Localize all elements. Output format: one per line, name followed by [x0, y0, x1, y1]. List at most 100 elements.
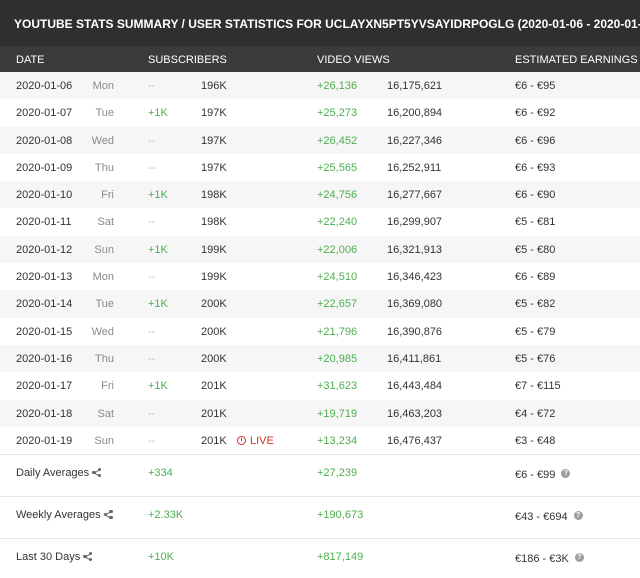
row-view-change: +22,657 — [317, 298, 358, 311]
row-earnings: €6 - €96 — [515, 134, 556, 147]
table-row: 2020-01-19 Sun -- 201K +13,234 16,476,437 €3 -… — [0, 427, 640, 454]
summary-earnings-text: €186 - €3K — [515, 553, 569, 565]
row-subscriber-change: -- — [148, 80, 156, 92]
summary-label-text: Weekly Averages — [16, 509, 101, 521]
row-views: 16,463,203 — [387, 407, 443, 420]
row-earnings: €6 - €92 — [515, 107, 556, 120]
table-row: 2020-01-10 Fri +1K 198K +24,756 16,277,667 €6 … — [0, 181, 640, 209]
share-icon[interactable] — [92, 468, 102, 477]
row-date: 2020-01-06 — [16, 80, 73, 92]
header-subscribers: SUBSCRIBERS — [148, 54, 227, 66]
row-subscriber-change: +1K — [148, 189, 168, 202]
row-date: 2020-01-16 — [16, 352, 73, 365]
row-date: 2020-01-17 — [16, 380, 73, 393]
row-view-change: +21,796 — [317, 325, 358, 338]
table-row: 2020-01-12 Sun +1K 199K +22,006 16,321,913 €5 … — [0, 235, 640, 264]
table-row: 2020-01-16 Thu -- 200K +20,985 16,411,861 €5 -… — [0, 344, 640, 373]
row-subscribers: 200K — [201, 352, 227, 365]
row-subscribers: 197K — [201, 134, 227, 147]
summary-label: Weekly Averages — [16, 509, 113, 521]
live-indicator[interactable]: LIVE — [237, 435, 274, 447]
row-earnings: €5 - €76 — [515, 352, 556, 365]
row-view-change: +24,756 — [317, 189, 358, 202]
table-row: 2020-01-06 Mon -- 196K +26,136 16,175,621 €6 -… — [0, 72, 640, 100]
clock-icon — [237, 435, 246, 445]
help-icon[interactable]: ? — [561, 469, 571, 478]
row-views: 16,252,911 — [387, 161, 442, 174]
row-weekday: Tue — [95, 107, 114, 120]
table-row: 2020-01-08 Wed -- 197K +26,452 16,227,346 €6 -… — [0, 126, 640, 154]
row-weekday: Thu — [95, 352, 114, 365]
table-row: 2020-01-15 Wed -- 200K +21,796 16,390,876 €5 -… — [0, 318, 640, 345]
row-earnings: €4 - €72 — [515, 407, 556, 420]
row-subscriber-change: -- — [148, 271, 156, 284]
summary-earnings-text: €43 - €694 — [515, 511, 568, 523]
row-view-change: +13,234 — [317, 434, 358, 447]
share-icon[interactable] — [83, 552, 93, 561]
row-earnings: €6 - €93 — [515, 161, 556, 174]
share-icon[interactable] — [103, 510, 113, 519]
row-earnings: €6 - €95 — [515, 80, 556, 92]
table-row: 2020-01-11 Sat -- 198K +22,240 16,299,907 €5 -… — [0, 208, 640, 235]
table-row: 2020-01-13 Mon -- 199K +24,510 16,346,423 €6 -… — [0, 263, 640, 290]
row-weekday: Fri — [101, 380, 114, 393]
row-subscribers: 199K — [201, 271, 227, 284]
summary-earnings-text: €6 - €99 — [515, 469, 556, 481]
row-views: 16,200,894 — [387, 107, 443, 120]
row-views: 16,369,080 — [387, 298, 443, 311]
row-subscribers: 197K — [201, 107, 227, 120]
row-subscriber-change: -- — [148, 407, 156, 420]
row-date: 2020-01-19 — [16, 434, 73, 447]
help-icon[interactable]: ? — [574, 553, 584, 562]
summary-row: Weekly Averages +2.33K +190,673 €43 - €694? — [0, 496, 640, 538]
row-subscribers: 200K — [201, 325, 227, 338]
row-subscriber-change: +1K — [148, 243, 168, 256]
summary-row: Daily Averages +334 +27,239 €6 - €99? — [0, 454, 640, 496]
row-weekday: Tue — [95, 298, 114, 311]
summary-earnings: €186 - €3K? — [515, 553, 584, 565]
row-earnings: €5 - €82 — [515, 298, 556, 311]
table-row: 2020-01-17 Fri +1K 201K +31,623 16,443,484 €7 … — [0, 372, 640, 399]
row-date: 2020-01-12 — [16, 243, 73, 256]
help-icon[interactable]: ? — [573, 511, 583, 520]
row-views: 16,346,423 — [387, 271, 443, 284]
row-subscriber-change: -- — [148, 434, 156, 447]
live-label: LIVE — [250, 434, 274, 447]
row-subscribers: 201K — [201, 380, 227, 393]
row-view-change: +25,273 — [317, 107, 358, 120]
summary-subscribers: +10K — [148, 551, 174, 563]
row-view-change: +22,240 — [317, 216, 358, 229]
row-date: 2020-01-07 — [16, 107, 73, 120]
row-subscriber-change: +1K — [148, 107, 168, 120]
row-subscribers: 201K — [201, 434, 227, 447]
summary-subscribers: +334 — [148, 467, 173, 479]
row-views: 16,443,484 — [387, 380, 443, 393]
header-date: DATE — [16, 54, 45, 66]
summary-label: Last 30 Days — [16, 551, 93, 563]
table-row: 2020-01-18 Sat -- 201K +19,719 16,463,203 €4 -… — [0, 399, 640, 427]
row-view-change: +25,565 — [317, 161, 358, 174]
row-earnings: €5 - €79 — [515, 325, 556, 338]
row-view-change: +20,985 — [317, 352, 358, 365]
row-weekday: Wed — [91, 134, 114, 147]
row-date: 2020-01-18 — [16, 407, 73, 420]
row-earnings: €6 - €90 — [515, 189, 556, 202]
table-row: 2020-01-09 Thu -- 197K +25,565 16,252,911 €6 -… — [0, 154, 640, 181]
summary-row: Last 30 Days +10K +817,149 €186 - €3K? — [0, 538, 640, 578]
row-subscriber-change: +1K — [148, 380, 168, 393]
summary-earnings: €6 - €99? — [515, 469, 571, 481]
table-header: DATE SUBSCRIBERS VIDEO VIEWS ESTIMATED E… — [0, 46, 640, 72]
table-row: 2020-01-07 Tue +1K 197K +25,273 16,200,894 €6 … — [0, 99, 640, 126]
row-weekday: Fri — [101, 189, 114, 202]
daily-stats-table: 2020-01-06 Mon -- 196K +26,136 16,175,621 €6 -… — [0, 72, 640, 454]
row-views: 16,321,913 — [387, 243, 443, 256]
row-view-change: +24,510 — [317, 271, 358, 284]
page-title: YOUTUBE STATS SUMMARY / USER STATISTICS … — [0, 0, 640, 46]
row-subscriber-change: -- — [148, 134, 156, 147]
row-subscribers: 197K — [201, 161, 227, 174]
row-earnings: €5 - €81 — [515, 216, 556, 229]
row-weekday: Sun — [94, 243, 114, 256]
row-weekday: Sun — [94, 434, 114, 447]
row-views: 16,476,437 — [387, 434, 443, 447]
row-subscribers: 199K — [201, 243, 227, 256]
